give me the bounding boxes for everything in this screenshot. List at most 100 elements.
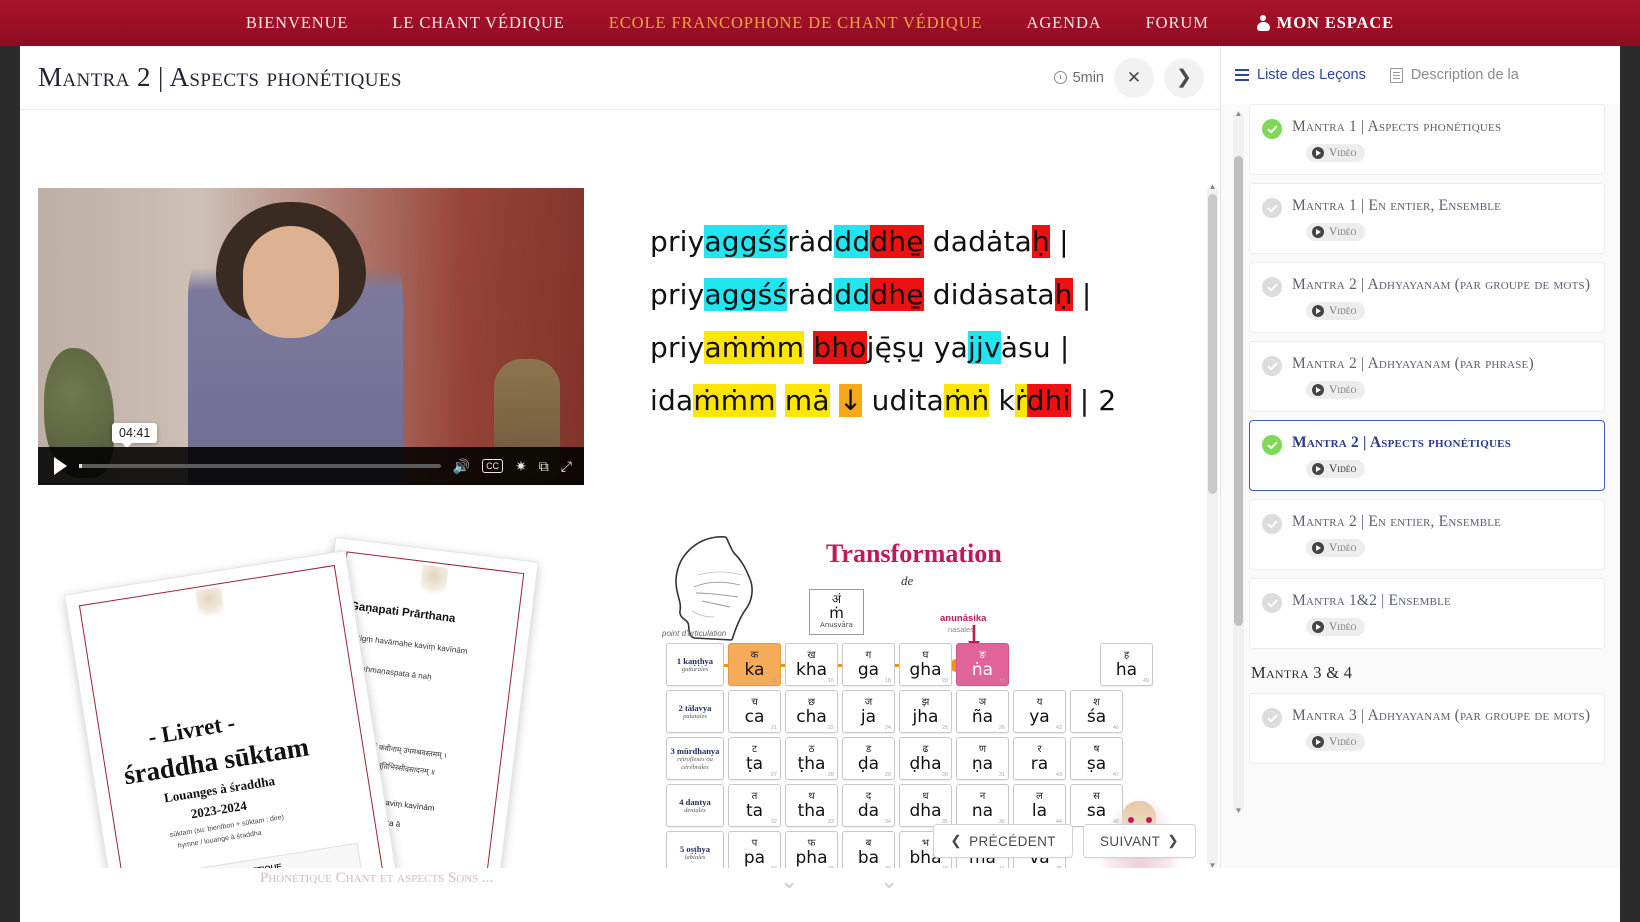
captions-icon[interactable]: CC: [482, 459, 504, 473]
anunasika-label: anunāsika: [940, 613, 987, 624]
sidebar-scrollbar[interactable]: ▲ ▼: [1233, 109, 1244, 815]
consonant-row-label: 1 kaṇṭhya gutturales: [666, 643, 724, 686]
consonant-cell: ङ ṅa 15: [956, 643, 1009, 686]
fullscreen-icon[interactable]: ⤢: [561, 458, 572, 475]
tab-liste-des-lecons-label: Liste des Leçons: [1257, 67, 1366, 83]
consonant-cell: त ta 32: [728, 784, 781, 827]
content-scrollbar-thumb[interactable]: [1208, 194, 1217, 494]
scroll-down-icon[interactable]: ▼: [1208, 861, 1217, 868]
nav-item-mon-espace-label: Mon espace: [1276, 13, 1395, 32]
consonant-cell: न na 36: [956, 784, 1009, 827]
mantra-segment: dd: [834, 225, 871, 258]
chevron-left-icon: ❮: [950, 833, 963, 848]
lesson-item-text: Mantra 2 | Adhyayanam (par groupe de mot…: [1292, 275, 1592, 322]
consonant-cell: ष ṣa 47: [1070, 737, 1123, 780]
background-ghost-text: Phonétique Chant et aspects Sons ...: [260, 870, 494, 886]
lesson-item-text: Mantra 1&2 | Ensemble Vidéo: [1292, 591, 1592, 638]
lesson-duration: 5min: [1053, 70, 1104, 86]
previous-button-label: Précédent: [969, 833, 1056, 849]
scroll-up-icon[interactable]: ▲: [1208, 182, 1217, 191]
consonant-cell: ज ja 24: [842, 690, 895, 733]
play-icon[interactable]: [54, 457, 67, 475]
close-button[interactable]: ✕: [1114, 57, 1154, 98]
next-lesson-button[interactable]: ❯: [1164, 57, 1204, 98]
settings-gear-icon[interactable]: ✷: [515, 458, 527, 475]
next-button[interactable]: Suivant ❯: [1082, 824, 1196, 858]
lesson-type-badge: Vidéo: [1306, 302, 1366, 320]
check-incomplete-icon: [1262, 277, 1282, 297]
mantra-segment: pri: [650, 278, 688, 311]
lesson-item-title: Mantra 1&2 | Ensemble: [1292, 592, 1451, 609]
picture-in-picture-icon[interactable]: ⧉: [539, 458, 549, 475]
mantra-segment: ȧsu |: [1000, 331, 1070, 364]
lesson-item-title: Mantra 2 | Adhyayanam (par phrase): [1292, 355, 1534, 372]
video-progress-filled: [79, 464, 82, 468]
nav-item-bienvenue[interactable]: Bienvenue: [224, 13, 371, 33]
consonant-cell: थ tha 33: [785, 784, 838, 827]
play-circle-icon: [1312, 226, 1324, 238]
lesson-list-item[interactable]: Mantra 2 | En entier, Ensemble Vidéo: [1249, 499, 1605, 570]
lesson-list-item[interactable]: Mantra 3 | Adhyayanam (par groupe de mot…: [1249, 693, 1605, 764]
consonant-cell: द da 34: [842, 784, 895, 827]
booklet-cover-logo: [194, 587, 226, 625]
tab-liste-des-lecons[interactable]: Liste des Leçons: [1235, 67, 1366, 83]
mantra-segment: y: [687, 225, 705, 258]
nav-item-agenda[interactable]: Agenda: [1005, 13, 1124, 33]
lesson-list-item[interactable]: Mantra 1&2 | Ensemble Vidéo: [1249, 578, 1605, 649]
lesson-list-item[interactable]: Mantra 1 | Aspects phonétiques Vidéo: [1249, 104, 1605, 175]
consonant-cell: ट ṭa 27: [728, 737, 781, 780]
consonant-cell: झ jha 25: [899, 690, 952, 733]
check-incomplete-icon: [1262, 514, 1282, 534]
sidebar-tabs: Liste des Leçons Description de la: [1221, 46, 1620, 104]
user-icon: [1256, 15, 1270, 31]
check-incomplete-icon: [1262, 708, 1282, 728]
content-scrollbar[interactable]: ▲ ▼: [1207, 182, 1218, 868]
lesson-list-item[interactable]: Mantra 2 | Aspects phonétiques Vidéo: [1249, 420, 1605, 491]
check-incomplete-icon: [1262, 198, 1282, 218]
previous-button[interactable]: ❮ Précédent: [933, 824, 1073, 858]
volume-icon[interactable]: 🔊: [453, 458, 470, 475]
nav-item-chant-vedique[interactable]: Le chant védique: [370, 13, 586, 33]
lesson-type-badge: Vidéo: [1306, 539, 1366, 557]
consonant-cell: ञ ña 26: [956, 690, 1009, 733]
lesson-list-item[interactable]: Mantra 2 | Adhyayanam (par phrase) Vidéo: [1249, 341, 1605, 412]
lesson-type-label: Vidéo: [1329, 542, 1357, 554]
saraswati-ornament-left: [1128, 817, 1134, 823]
tab-description[interactable]: Description de la: [1389, 67, 1519, 83]
consonant-cell: ख kha 16: [785, 643, 838, 686]
lesson-list-item[interactable]: Mantra 1 | En entier, Ensemble Vidéo: [1249, 183, 1605, 254]
mantra-segment: mȧ: [784, 384, 830, 417]
nav-items: Bienvenue Le chant védique Ecole francop…: [224, 13, 1416, 33]
consonant-table-row: 2 tālavya palatales च ca 21 छ cha 22 ज ja 24 झ jha 25…: [666, 690, 1123, 733]
saraswati-ornament-right: [1146, 817, 1152, 823]
anusvara-label: Anusvāra: [820, 621, 853, 629]
lesson-type-label: Vidéo: [1329, 384, 1357, 396]
sidebar-scrollbar-thumb[interactable]: [1234, 156, 1243, 626]
lesson-header: Mantra 2 | Aspects phonétiques 5min ✕ ❯: [20, 46, 1220, 110]
lesson-item-text: Mantra 2 | Aspects phonétiques Vidéo: [1292, 433, 1592, 480]
play-circle-icon: [1312, 621, 1324, 633]
lesson-list-item[interactable]: Mantra 2 | Adhyayanam (par groupe de mot…: [1249, 262, 1605, 333]
check-complete-icon: [1262, 435, 1282, 455]
mantra-segment: aṁṁm: [704, 331, 805, 364]
video-player[interactable]: 04:41 🔊 CC ✷ ⧉ ⤢: [38, 188, 584, 485]
lesson-list: Mantra 1 | Aspects phonétiques Vidéo Mantr…: [1221, 104, 1621, 868]
video-progress-bar[interactable]: [79, 464, 441, 468]
background-ghost-mark-2: ⌄: [880, 868, 899, 893]
nav-item-mon-espace[interactable]: Mon espace: [1231, 13, 1416, 33]
chevron-right-icon: ❯: [1167, 833, 1179, 848]
booklet-logo: [417, 564, 448, 602]
lesson-pager: ❮ Précédent Suivant ❯: [933, 824, 1196, 858]
consonant-row-label: 4 dantya dentales: [666, 784, 724, 827]
consonant-cell: ह ha 49: [1100, 643, 1153, 686]
nav-item-forum[interactable]: Forum: [1124, 13, 1231, 33]
anusvara-box: अं ṁ Anusvāra: [809, 589, 864, 635]
sidebar-scroll-down-icon[interactable]: ▼: [1234, 806, 1243, 815]
consonant-cell: छ cha 22: [785, 690, 838, 733]
mantra-segment: pri: [650, 225, 688, 258]
mantra-line: priyaggśśrȧddddhe̱ dadȧtaḥ |: [650, 225, 1190, 258]
sidebar-scroll-up-icon[interactable]: ▲: [1234, 109, 1243, 118]
mantra-line: idaṁṁm mȧ ↓ uditaṁṅ kṙdhi | 2: [650, 384, 1190, 417]
play-circle-icon: [1312, 305, 1324, 317]
nav-item-ecole-francophone[interactable]: Ecole francophone de chant védique: [587, 13, 1005, 33]
